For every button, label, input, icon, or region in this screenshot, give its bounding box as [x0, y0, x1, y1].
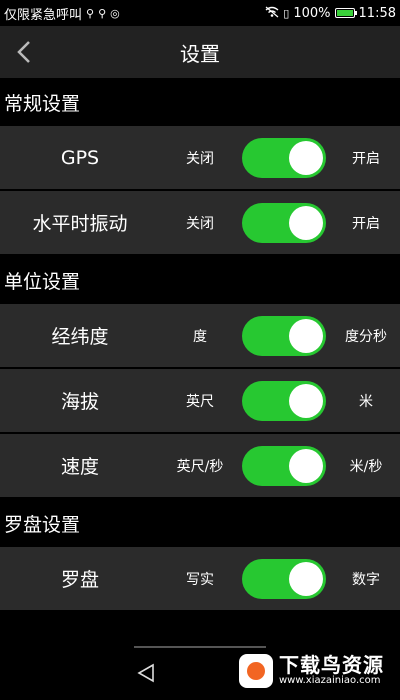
setting-row-level-vibration: 水平时振动 关闭 开启 [0, 191, 400, 256]
section-header-compass: 罗盘设置 [0, 499, 400, 547]
bird-logo-icon [239, 654, 273, 688]
page-title: 设置 [180, 41, 220, 66]
status-bar: 仅限紧急呼叫 ⚲ ⚲ ◎ ▯ 100% 11:58 [0, 0, 400, 26]
usb-icon: ⚲ [86, 6, 95, 20]
setting-row-compass: 罗盘 写实 数字 [0, 547, 400, 612]
toggle-knob [289, 448, 323, 483]
toggle-knob [289, 140, 323, 175]
altitude-toggle[interactable] [242, 380, 326, 421]
battery-icon [334, 8, 357, 18]
setting-label: 罗盘 [60, 569, 99, 591]
setting-label: 海拔 [60, 391, 99, 413]
latlon-toggle[interactable] [242, 315, 326, 356]
setting-label: GPS [60, 146, 100, 169]
toggle-knob [289, 561, 323, 596]
toggle-off-label: 度 [193, 328, 207, 345]
toggle-off-label: 英尺 [186, 393, 214, 410]
watermark-text: 下载鸟资源 www.xiazainiao.com [279, 655, 384, 687]
toggle-on-label: 米/秒 [349, 458, 383, 475]
toggle-off-label: 写实 [186, 571, 214, 588]
speed-toggle[interactable] [242, 445, 326, 486]
wifi-off-icon [265, 6, 279, 21]
watermark-title: 下载鸟资源 [279, 653, 384, 678]
toggle-on-label: 米 [359, 393, 373, 410]
watermark: 下载鸟资源 www.xiazainiao.com [233, 648, 390, 694]
title-bar: 设置 [0, 26, 400, 78]
gps-toggle[interactable] [242, 137, 326, 178]
compass-toggle[interactable] [242, 558, 326, 599]
triangle-back-icon [137, 663, 154, 683]
section-header-general: 常规设置 [0, 78, 400, 126]
toggle-knob [289, 205, 323, 240]
clock: 11:58 [358, 5, 396, 21]
watermark-url: www.xiazainiao.com [279, 675, 381, 687]
toggle-off-label: 英尺/秒 [176, 458, 224, 475]
chevron-left-icon [17, 41, 30, 63]
setting-row-gps: GPS 关闭 开启 [0, 126, 400, 191]
sim-icon: ▯ [283, 6, 290, 20]
toggle-knob [289, 318, 323, 353]
toggle-on-label: 数字 [352, 571, 380, 588]
section-header-units: 单位设置 [0, 256, 400, 304]
setting-label: 经纬度 [51, 326, 109, 348]
toggle-on-label: 开启 [352, 150, 380, 167]
status-bar-right: ▯ 100% 11:58 [265, 6, 396, 21]
setting-row-speed: 速度 英尺/秒 米/秒 [0, 434, 400, 499]
battery-percent: 100% [293, 5, 331, 21]
usb-icon-2: ⚲ [98, 6, 107, 20]
nav-back-button[interactable] [132, 659, 160, 687]
toggle-on-label: 开启 [352, 215, 380, 232]
toggle-off-label: 关闭 [186, 150, 214, 167]
back-button[interactable] [8, 26, 40, 78]
setting-label: 速度 [60, 456, 99, 478]
status-bar-left: 仅限紧急呼叫 ⚲ ⚲ ◎ [4, 4, 120, 23]
setting-row-altitude: 海拔 英尺 米 [0, 369, 400, 434]
level-vibration-toggle[interactable] [242, 202, 326, 243]
carrier-text: 仅限紧急呼叫 [4, 7, 83, 23]
setting-row-latlon: 经纬度 度 度分秒 [0, 304, 400, 369]
toggle-off-label: 关闭 [186, 215, 214, 232]
setting-label: 水平时振动 [32, 213, 128, 235]
toggle-on-label: 度分秒 [345, 328, 387, 345]
toggle-knob [289, 383, 323, 418]
notification-icon: ◎ [110, 6, 120, 20]
